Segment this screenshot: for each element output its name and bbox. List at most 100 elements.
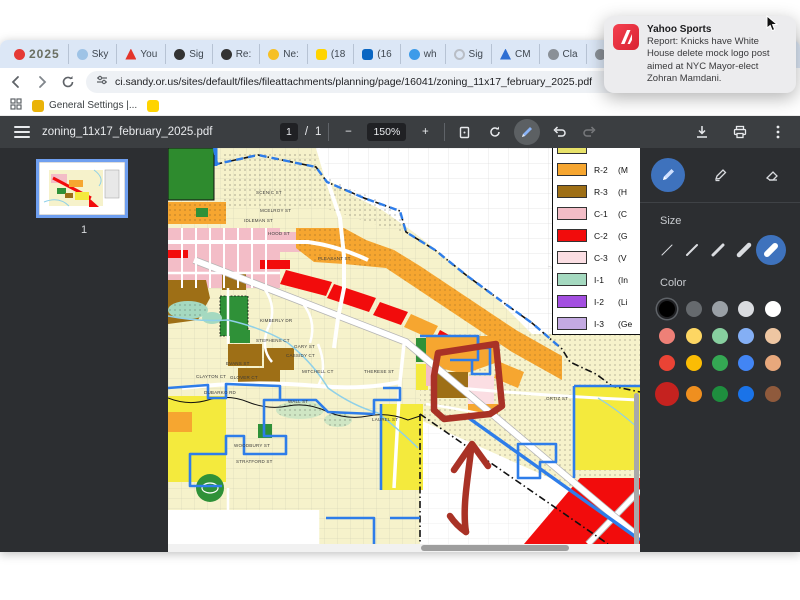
- tab-sky[interactable]: Sky: [68, 44, 117, 64]
- page-thumbnail[interactable]: [36, 159, 128, 218]
- color-swatch[interactable]: [686, 328, 702, 344]
- color-swatch[interactable]: [686, 386, 702, 402]
- zoom-level[interactable]: 150%: [367, 123, 406, 141]
- street-label: PLEASANT ST: [318, 256, 351, 261]
- linkedin-icon: [362, 49, 373, 60]
- spinner-icon: [454, 49, 465, 60]
- tab-cla1[interactable]: Cla: [539, 44, 586, 64]
- bookmark-favicon: [32, 100, 44, 112]
- legend-swatch: [557, 295, 587, 308]
- circle-icon: [268, 49, 279, 60]
- color-palette: [640, 289, 800, 406]
- color-swatch[interactable]: [765, 386, 781, 402]
- stroke-size-5[interactable]: [756, 235, 786, 265]
- legend-swatch: [557, 207, 587, 220]
- tab-label: (18: [331, 49, 345, 60]
- zoom-in-button[interactable]: +: [413, 120, 437, 144]
- page-number-input[interactable]: 1: [280, 123, 298, 141]
- fit-page-icon[interactable]: [452, 120, 476, 144]
- rotate-icon[interactable]: [483, 120, 507, 144]
- stroke-size-4[interactable]: [731, 237, 757, 263]
- globe-icon: [548, 49, 559, 60]
- stroke-size-2[interactable]: [680, 237, 706, 263]
- stroke-size-3[interactable]: [705, 237, 731, 263]
- tab-label: Cla: [563, 49, 578, 60]
- tab-cm[interactable]: CM: [491, 44, 539, 64]
- vertical-scrollbar[interactable]: [634, 393, 639, 552]
- color-swatch[interactable]: [712, 301, 728, 317]
- site-info-icon[interactable]: [96, 73, 108, 91]
- thumbnail-page-number: 1: [0, 224, 168, 236]
- tab-ne[interactable]: Ne:: [259, 44, 307, 64]
- menu-icon[interactable]: [14, 126, 30, 138]
- color-swatch[interactable]: [659, 355, 675, 371]
- street-label: MITCHELL CT: [302, 369, 334, 374]
- tab-label: You: [140, 49, 157, 60]
- back-icon[interactable]: [8, 74, 24, 90]
- download-icon[interactable]: [690, 120, 714, 144]
- pdf-filename: zoning_11x17_february_2025.pdf: [42, 126, 213, 138]
- street-label: STEPHENS CT: [256, 338, 290, 343]
- pen-tool-button[interactable]: [651, 158, 685, 192]
- triangle-icon: [500, 49, 511, 60]
- street-label: CASSIDY CT: [286, 353, 315, 358]
- street-label: CLAYTON CT: [196, 374, 226, 379]
- street-label: KIMBERLY DR: [260, 318, 292, 323]
- zoom-out-button[interactable]: −: [336, 120, 360, 144]
- color-swatch[interactable]: [712, 386, 728, 402]
- reload-icon[interactable]: [60, 74, 76, 90]
- aol-bookmark-icon[interactable]: [147, 100, 159, 112]
- screen: 2025 Sky You Sig Re: Ne:: [0, 0, 800, 600]
- page-total: 1: [315, 126, 321, 138]
- color-swatch[interactable]: [659, 301, 675, 317]
- more-options-icon[interactable]: [766, 120, 790, 144]
- tab-2025[interactable]: 2025: [6, 44, 68, 64]
- street-label: WOODBURY ST: [234, 443, 270, 448]
- highlighter-tool-button[interactable]: [703, 158, 737, 192]
- bookmark-general-settings[interactable]: General Settings |...: [32, 100, 137, 112]
- forward-icon[interactable]: [34, 74, 50, 90]
- arrow-icon: [125, 49, 136, 60]
- color-swatch[interactable]: [738, 328, 754, 344]
- tab-linkedin[interactable]: (16: [353, 44, 399, 64]
- mouse-cursor: [766, 15, 779, 37]
- color-swatch[interactable]: [738, 386, 754, 402]
- eraser-tool-button[interactable]: [755, 158, 789, 192]
- street-label: GLOVER CT: [230, 375, 258, 380]
- color-swatch[interactable]: [738, 301, 754, 317]
- color-swatch[interactable]: [686, 301, 702, 317]
- tab-sig1[interactable]: Sig: [165, 44, 211, 64]
- color-swatch[interactable]: [712, 328, 728, 344]
- pdf-page-map[interactable]: SCENIC ST MCELROY ST IDLEMAN ST HOOD ST …: [168, 148, 640, 552]
- color-swatch[interactable]: [712, 355, 728, 371]
- color-swatch[interactable]: [765, 301, 781, 317]
- tab-aol[interactable]: (18: [307, 44, 353, 64]
- tab-wh[interactable]: wh: [400, 44, 445, 64]
- news-app-icon: [613, 24, 639, 50]
- annotate-button[interactable]: [514, 119, 540, 145]
- street-label: IDLEMAN ST: [244, 218, 273, 223]
- annotation-panel: Size Color: [640, 148, 800, 552]
- horizontal-scrollbar[interactable]: [421, 545, 569, 551]
- stroke-size-1[interactable]: [654, 237, 680, 263]
- tab-label: Sig: [189, 49, 203, 60]
- color-swatch[interactable]: [765, 328, 781, 344]
- tab-label: wh: [424, 49, 437, 60]
- color-swatch[interactable]: [686, 355, 702, 371]
- apps-grid-icon[interactable]: [10, 97, 22, 115]
- tab-label: CM: [515, 49, 531, 60]
- tab-sig2[interactable]: Sig: [445, 44, 491, 64]
- undo-icon[interactable]: [547, 120, 571, 144]
- color-swatch-selected[interactable]: [655, 382, 679, 406]
- legend-swatch: [557, 317, 587, 330]
- color-swatch[interactable]: [738, 355, 754, 371]
- tab-you[interactable]: You: [116, 44, 165, 64]
- color-section-label: Color: [660, 277, 800, 289]
- tab-re[interactable]: Re:: [212, 44, 260, 64]
- color-swatch[interactable]: [765, 355, 781, 371]
- pdf-toolbar: zoning_11x17_february_2025.pdf 1 / 1 − 1…: [0, 116, 800, 148]
- redo-icon[interactable]: [578, 120, 602, 144]
- color-swatch[interactable]: [659, 328, 675, 344]
- tab-label: Sig: [469, 49, 483, 60]
- print-icon[interactable]: [728, 120, 752, 144]
